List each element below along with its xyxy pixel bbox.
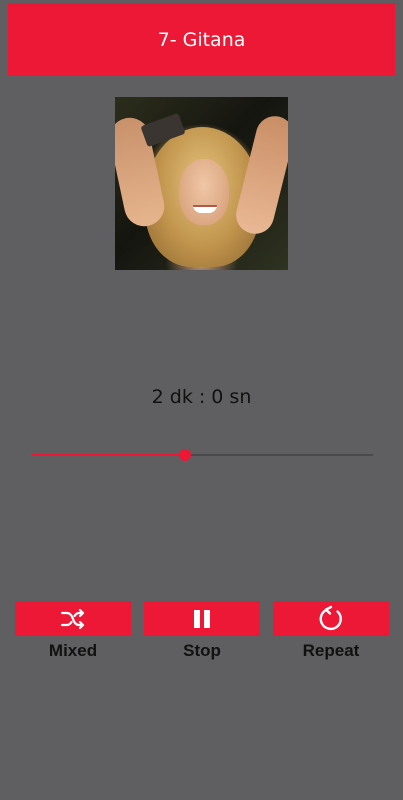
stop-button[interactable] [144, 601, 260, 636]
mixed-label: Mixed [48, 641, 98, 660]
repeat-control: Repeat [273, 601, 389, 661]
elapsed-time-label: 2 dk : 0 sn [151, 386, 252, 408]
shuffle-icon [60, 608, 85, 629]
pause-icon [194, 609, 210, 628]
stop-control: Stop [144, 601, 260, 661]
seek-progress-fill [31, 454, 185, 456]
mixed-button[interactable] [15, 601, 131, 636]
mixed-control: Mixed [15, 601, 131, 661]
song-title: 7- Gitana [157, 28, 246, 51]
repeat-icon [319, 605, 342, 630]
song-title-bar: 7- Gitana [8, 3, 395, 76]
seek-thumb[interactable] [178, 449, 191, 461]
seek-slider[interactable] [31, 449, 373, 461]
stop-label: Stop [183, 641, 221, 660]
repeat-label: Repeat [302, 641, 360, 660]
album-cover-image [115, 97, 288, 270]
music-player-screen: 7- Gitana 2 dk : 0 sn Mixed Stop Repeat [0, 0, 403, 800]
repeat-button[interactable] [273, 601, 389, 636]
